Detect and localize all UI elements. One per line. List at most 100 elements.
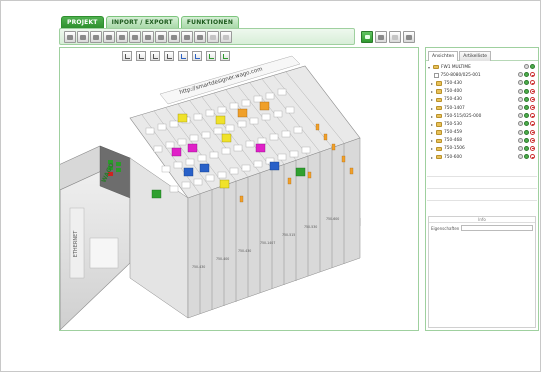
tab-ansichten[interactable]: Ansichten bbox=[428, 51, 459, 61]
tree-label: 750-530 bbox=[444, 121, 462, 127]
new-project-icon[interactable] bbox=[64, 30, 76, 43]
status-icon[interactable] bbox=[524, 154, 529, 160]
view-icon[interactable] bbox=[518, 137, 523, 143]
status-icon[interactable] bbox=[524, 137, 529, 143]
tab-projekt[interactable]: PROJEKT bbox=[61, 16, 104, 28]
tree-item[interactable]: ▸ 750-600 bbox=[428, 153, 536, 161]
delete-icon[interactable] bbox=[530, 154, 535, 160]
tree-item[interactable]: ▸ 750-1506 bbox=[428, 145, 536, 153]
status-icon[interactable] bbox=[524, 121, 529, 127]
tree-item[interactable]: ▸ 750-400 bbox=[428, 88, 536, 96]
view-icon[interactable] bbox=[518, 145, 523, 151]
grid-icon[interactable] bbox=[207, 30, 219, 43]
io-module-stack[interactable]: http://smartdesigner.wago.com 750-430 75… bbox=[129, 55, 361, 319]
add-module-icon[interactable] bbox=[181, 30, 193, 43]
svg-text:750-400: 750-400 bbox=[216, 257, 229, 261]
tree-root[interactable]: ▾ FW1 MULTIME bbox=[428, 63, 536, 71]
view-icon[interactable] bbox=[518, 129, 523, 135]
delete-icon[interactable] bbox=[530, 145, 535, 151]
marker-green bbox=[151, 189, 162, 199]
tab-funktionen[interactable]: FUNKTIONEN bbox=[180, 16, 240, 28]
3d-canvas[interactable]: ETHERNET WAGO http://smartdesigner.wago.… bbox=[59, 47, 419, 331]
tree-item[interactable]: ▸ 750-468 bbox=[428, 137, 536, 145]
tree-item[interactable]: ▸ 750-515/025-000 bbox=[428, 112, 536, 120]
delete-icon[interactable] bbox=[530, 88, 535, 94]
folder-icon bbox=[436, 113, 442, 119]
marker-magenta bbox=[187, 143, 198, 153]
tree-item[interactable]: ▸ 750-1407 bbox=[428, 104, 536, 112]
save-icon[interactable] bbox=[90, 30, 102, 43]
folder-icon bbox=[436, 130, 442, 135]
paste-icon[interactable] bbox=[155, 30, 167, 43]
node-3d-render: ETHERNET WAGO http://smartdesigner.wago.… bbox=[60, 55, 361, 330]
status-icon[interactable] bbox=[524, 104, 529, 110]
marker-magenta bbox=[255, 143, 266, 153]
project-toolbar bbox=[59, 28, 355, 45]
tree-label: 750-1506 bbox=[444, 146, 465, 152]
properties-input[interactable] bbox=[461, 225, 533, 231]
print-icon[interactable] bbox=[116, 30, 128, 43]
status-icon[interactable] bbox=[524, 145, 529, 151]
delete-icon[interactable] bbox=[530, 104, 535, 110]
application-frame: PROJEKT INPORT / EXPORT FUNKTIONEN ETHER… bbox=[0, 0, 541, 372]
delete-icon[interactable] bbox=[530, 129, 535, 135]
remove-module-icon[interactable] bbox=[194, 30, 206, 43]
tree-item[interactable]: ▸ 750-430 bbox=[428, 79, 536, 87]
svg-text:750-530: 750-530 bbox=[304, 225, 317, 229]
status-icon[interactable] bbox=[524, 80, 529, 86]
view-icon[interactable] bbox=[518, 72, 523, 78]
export-icon[interactable] bbox=[129, 30, 141, 43]
view-icon[interactable] bbox=[518, 88, 523, 94]
folder-icon bbox=[436, 146, 442, 152]
folder-icon bbox=[436, 138, 442, 144]
view-icon[interactable] bbox=[524, 64, 529, 69]
right-panel-tabs: Ansichten Artikelliste bbox=[426, 48, 538, 61]
redo-icon[interactable] bbox=[389, 30, 401, 43]
main-tabs: PROJEKT INPORT / EXPORT FUNKTIONEN bbox=[61, 16, 240, 28]
tree-item[interactable]: ▸ 750-459 bbox=[428, 129, 536, 137]
check-icon[interactable] bbox=[361, 30, 373, 43]
marker-yellow bbox=[215, 115, 226, 125]
fieldbus-coupler[interactable]: ETHERNET WAGO bbox=[60, 145, 131, 330]
delete-icon[interactable] bbox=[530, 113, 535, 119]
tab-import-export[interactable]: INPORT / EXPORT bbox=[105, 16, 179, 28]
status-icon[interactable] bbox=[524, 96, 529, 102]
view-icon[interactable] bbox=[518, 154, 523, 160]
clipboard-icon[interactable] bbox=[403, 30, 415, 43]
undo-icon[interactable] bbox=[375, 30, 387, 43]
properties-panel: Info Eigenschaften bbox=[428, 216, 536, 328]
properties-field-label: Eigenschaften bbox=[431, 225, 460, 231]
copy-icon[interactable] bbox=[142, 30, 154, 43]
svg-text:750-430: 750-430 bbox=[238, 249, 251, 253]
folder-icon bbox=[436, 122, 442, 127]
folder-icon bbox=[436, 89, 442, 94]
status-icon[interactable] bbox=[524, 129, 529, 135]
status-icon[interactable] bbox=[524, 113, 529, 119]
view-icon[interactable] bbox=[518, 121, 523, 127]
save-as-icon[interactable] bbox=[103, 30, 115, 43]
delete-icon[interactable] bbox=[530, 80, 535, 86]
marker-yellow bbox=[177, 113, 188, 123]
status-icon[interactable] bbox=[530, 64, 535, 69]
settings-icon[interactable] bbox=[168, 30, 180, 43]
view-icon[interactable] bbox=[518, 96, 523, 102]
tree-item[interactable]: ▸ 750-530 bbox=[428, 120, 536, 128]
list-icon[interactable] bbox=[220, 30, 232, 43]
status-icon[interactable] bbox=[524, 88, 529, 94]
open-project-icon[interactable] bbox=[77, 30, 89, 43]
tree-label: 750-515/025-000 bbox=[444, 113, 482, 119]
view-icon[interactable] bbox=[518, 104, 523, 110]
delete-icon[interactable] bbox=[530, 121, 535, 127]
svg-text:750-430: 750-430 bbox=[192, 265, 205, 269]
tree-item[interactable]: 750-8080/025-001 bbox=[428, 71, 536, 79]
tree-item[interactable]: ▸ 750-430 bbox=[428, 96, 536, 104]
delete-icon[interactable] bbox=[530, 72, 535, 78]
tab-artikelliste[interactable]: Artikelliste bbox=[459, 51, 492, 61]
tree-label: 750-459 bbox=[444, 130, 462, 136]
view-icon[interactable] bbox=[518, 113, 523, 119]
view-icon[interactable] bbox=[518, 80, 523, 86]
divider bbox=[427, 200, 537, 201]
delete-icon[interactable] bbox=[530, 96, 535, 102]
status-icon[interactable] bbox=[524, 72, 529, 78]
delete-icon[interactable] bbox=[530, 137, 535, 143]
